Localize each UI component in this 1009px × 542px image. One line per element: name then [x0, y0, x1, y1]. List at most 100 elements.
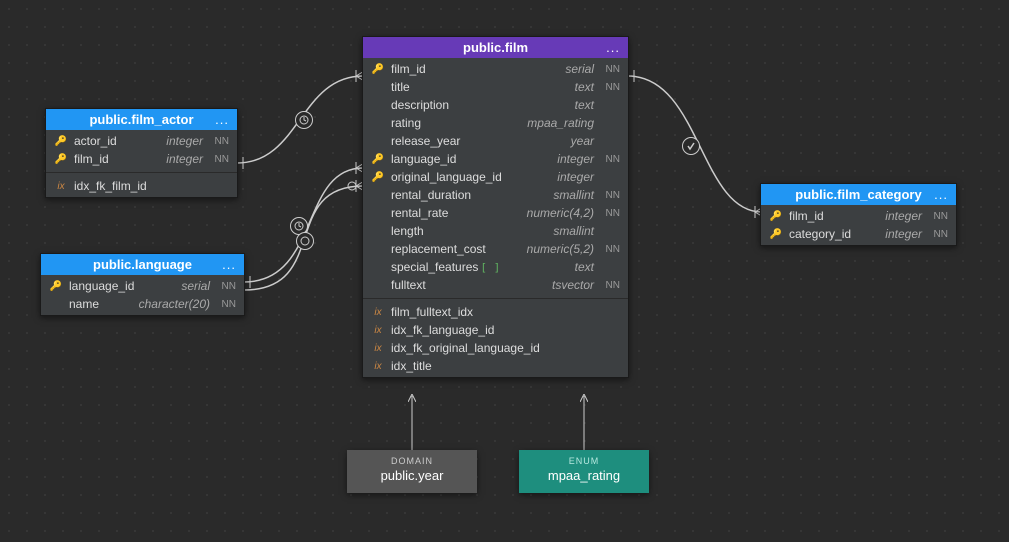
column-name: title [391, 80, 569, 94]
column-row[interactable]: 🔑 film_id integer NN [46, 150, 237, 168]
column-name: language_id [69, 279, 175, 293]
column-row[interactable]: 🔑 actor_id integer NN [46, 132, 237, 150]
table-film-actor[interactable]: public.film_actor ... 🔑 actor_id integer… [45, 108, 238, 198]
relation-badge [296, 232, 314, 250]
column-row[interactable]: 🔑 original_language_id integer [363, 168, 628, 186]
column-type: serial [565, 62, 594, 76]
column-type: numeric(5,2) [527, 242, 594, 256]
table-menu-icon[interactable]: ... [215, 112, 229, 127]
table-title: public.film_category [795, 187, 921, 202]
column-name: film_id [391, 62, 559, 76]
column-row[interactable]: replacement_costnumeric(5,2)NN [363, 240, 628, 258]
nn-label: NN [216, 299, 236, 310]
table-header[interactable]: public.film ... [363, 37, 628, 58]
column-name: fulltext [391, 278, 546, 292]
column-name: description [391, 98, 569, 112]
column-name: film_id [789, 209, 879, 223]
table-header[interactable]: public.language ... [41, 254, 244, 275]
pk-icon: 🔑 [769, 229, 783, 240]
column-row[interactable]: title text NN [363, 78, 628, 96]
column-type: text [575, 80, 594, 94]
index-row[interactable]: ix idx_fk_original_language_id [363, 339, 628, 357]
nn-label: NN [600, 82, 620, 93]
column-row[interactable]: descriptiontext [363, 96, 628, 114]
relation-badge [682, 137, 700, 155]
column-name: replacement_cost [391, 242, 521, 256]
column-row[interactable]: special_features[ ] text [363, 258, 628, 276]
nn-label: NN [209, 136, 229, 147]
column-name: actor_id [74, 134, 160, 148]
table-header[interactable]: public.film_actor ... [46, 109, 237, 130]
column-type: smallint [553, 188, 594, 202]
column-name: special_features[ ] [391, 260, 569, 274]
column-row[interactable]: lengthsmallint [363, 222, 628, 240]
column-row[interactable]: 🔑 language_id serial NN [41, 277, 244, 295]
type-name: mpaa_rating [519, 468, 649, 483]
fk-icon: 🔑 [371, 154, 385, 165]
column-row[interactable]: 🔑film_idserialNN [363, 60, 628, 78]
column-name: length [391, 224, 547, 238]
column-name: rating [391, 116, 521, 130]
separator [46, 172, 237, 173]
column-row[interactable]: rating mpaa_rating [363, 114, 628, 132]
nn-label: NN [600, 190, 620, 201]
column-row[interactable]: fulltexttsvectorNN [363, 276, 628, 294]
index-name: idx_fk_film_id [74, 179, 229, 193]
table-menu-icon[interactable]: ... [606, 40, 620, 55]
column-row[interactable]: 🔑film_idintegerNN [761, 207, 956, 225]
array-brackets: [ ] [480, 261, 500, 274]
separator [363, 298, 628, 299]
column-type: year [571, 134, 594, 148]
column-type: tsvector [552, 278, 594, 292]
index-row[interactable]: ixfilm_fulltext_idx [363, 303, 628, 321]
column-row[interactable]: rental_duration smallint NN [363, 186, 628, 204]
column-type: text [575, 260, 594, 274]
column-type: integer [557, 170, 594, 184]
table-menu-icon[interactable]: ... [934, 187, 948, 202]
column-type: serial [181, 279, 210, 293]
index-icon: ix [371, 361, 385, 372]
column-name: original_language_id [391, 170, 551, 184]
column-row[interactable]: release_year year [363, 132, 628, 150]
column-name: category_id [789, 227, 879, 241]
index-row[interactable]: ixidx_title [363, 357, 628, 375]
column-row[interactable]: name character(20) NN [41, 295, 244, 313]
column-type: numeric(4,2) [527, 206, 594, 220]
table-film-category[interactable]: public.film_category ... 🔑film_idinteger… [760, 183, 957, 246]
enum-type-box[interactable]: ENUM mpaa_rating [519, 450, 649, 493]
table-header[interactable]: public.film_category ... [761, 184, 956, 205]
column-name: name [69, 297, 133, 311]
column-name: release_year [391, 134, 565, 148]
column-type: character(20) [139, 297, 210, 311]
index-name: film_fulltext_idx [391, 305, 620, 319]
relation-badge [295, 111, 313, 129]
table-film[interactable]: public.film ... 🔑film_idserialNN titlete… [362, 36, 629, 378]
type-kind-label: ENUM [519, 456, 649, 466]
index-name: idx_fk_original_language_id [391, 341, 620, 355]
pk-icon: 🔑 [769, 211, 783, 222]
column-row[interactable]: 🔑language_idintegerNN [363, 150, 628, 168]
nn-label: NN [600, 208, 620, 219]
index-icon: ix [54, 181, 68, 192]
nn-label: NN [209, 154, 229, 165]
nn-label: NN [600, 154, 620, 165]
domain-type-box[interactable]: DOMAIN public.year [347, 450, 477, 493]
column-name: film_id [74, 152, 160, 166]
index-row[interactable]: ix idx_fk_film_id [46, 177, 237, 195]
column-type: integer [557, 152, 594, 166]
table-menu-icon[interactable]: ... [222, 257, 236, 272]
column-name: rental_duration [391, 188, 547, 202]
pk-icon: 🔑 [49, 281, 63, 292]
column-row[interactable]: rental_ratenumeric(4,2)NN [363, 204, 628, 222]
nn-label: NN [928, 229, 948, 240]
table-language[interactable]: public.language ... 🔑 language_id serial… [40, 253, 245, 316]
index-icon: ix [371, 343, 385, 354]
type-name: public.year [347, 468, 477, 483]
table-title: public.film [463, 40, 528, 55]
nn-label: NN [928, 211, 948, 222]
column-row[interactable]: 🔑category_idintegerNN [761, 225, 956, 243]
column-type: mpaa_rating [527, 116, 594, 130]
fk-icon: 🔑 [371, 172, 385, 183]
index-name: idx_fk_language_id [391, 323, 620, 337]
index-row[interactable]: ixidx_fk_language_id [363, 321, 628, 339]
